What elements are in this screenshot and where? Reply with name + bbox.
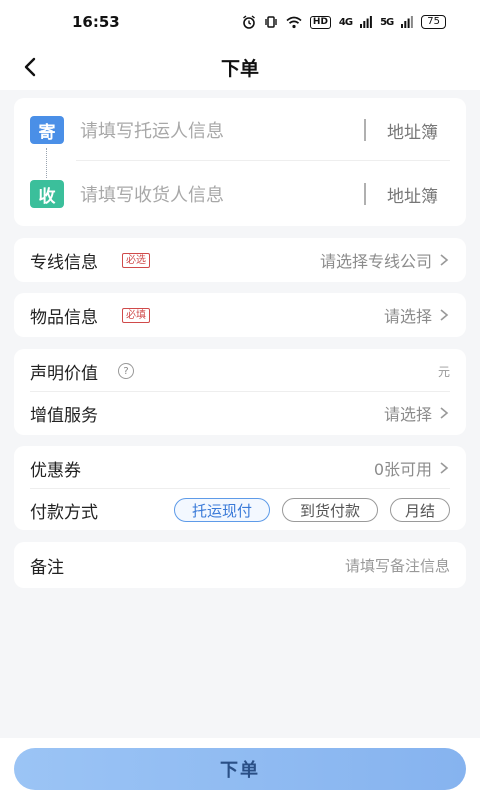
receiver-row[interactable]: 收 请填写收货人信息 地址簿 — [14, 166, 466, 222]
status-bar: 16:53 HD 4G 5G 75 — [0, 0, 480, 44]
payment-option-cod[interactable]: 到货付款 — [282, 498, 378, 522]
payment-option-cash[interactable]: 托运现付 — [174, 498, 270, 522]
goods-info-card[interactable]: 物品信息 必填 请选择 — [14, 293, 466, 337]
vibrate-icon — [265, 16, 277, 28]
submit-order-button[interactable]: 下单 — [14, 748, 466, 790]
sender-tag: 寄 — [30, 116, 64, 144]
question-icon[interactable]: ? — [118, 363, 134, 379]
nav-bar: 下单 — [0, 44, 480, 90]
remark-row[interactable]: 备注 请填写备注信息 — [14, 543, 466, 587]
remark-label: 备注 — [30, 557, 64, 578]
status-time: 16:53 — [72, 13, 120, 31]
line-info-card[interactable]: 专线信息 必选 请选择专线公司 — [14, 238, 466, 282]
receiver-separator — [364, 183, 366, 205]
signal-bars-icon-2 — [401, 16, 414, 28]
page-title: 下单 — [220, 57, 259, 80]
receiver-address-book-button[interactable]: 地址簿 — [387, 182, 438, 207]
value-card: 声明价值 ? 元 增值服务 请选择 — [14, 349, 466, 435]
value-added-row[interactable]: 增值服务 请选择 — [14, 391, 466, 435]
signal-bars-icon — [360, 16, 372, 28]
value-added-label: 增值服务 — [30, 405, 98, 426]
chevron-right-icon — [440, 254, 449, 266]
coupon-value[interactable]: 0张可用 — [374, 456, 432, 480]
required-badge: 必选 — [122, 252, 150, 268]
value-added-value[interactable]: 请选择 — [384, 401, 432, 425]
battery-icon: 75 — [421, 15, 446, 29]
payment-label: 付款方式 — [30, 502, 98, 523]
receiver-tag: 收 — [30, 180, 64, 208]
address-card: 寄 请填写托运人信息 地址簿 收 请填写收货人信息 地址簿 — [14, 98, 466, 226]
payment-card: 优惠券 0张可用 付款方式 托运现付 到货付款 月结 — [14, 446, 466, 530]
required-badge: 必填 — [122, 307, 150, 323]
remark-card[interactable]: 备注 请填写备注信息 — [14, 542, 466, 588]
sender-row[interactable]: 寄 请填写托运人信息 地址簿 — [14, 102, 466, 158]
address-divider — [76, 160, 450, 161]
payment-option-monthly[interactable]: 月结 — [390, 498, 450, 522]
declared-value-row[interactable]: 声明价值 ? 元 — [14, 349, 466, 393]
goods-info-row[interactable]: 物品信息 必填 请选择 — [14, 293, 466, 337]
coupon-row[interactable]: 优惠券 0张可用 — [14, 446, 466, 490]
signal-icon-2: 5G — [380, 16, 394, 28]
back-button[interactable] — [16, 52, 44, 82]
sender-address-book-button[interactable]: 地址簿 — [387, 118, 438, 143]
status-icons: HD 4G 5G 75 — [242, 15, 446, 29]
signal-icon-1: 4G — [338, 16, 353, 28]
chevron-right-icon — [440, 407, 449, 419]
goods-info-value[interactable]: 请选择 — [384, 303, 432, 327]
sender-separator — [364, 119, 366, 141]
goods-info-label: 物品信息 — [30, 307, 98, 328]
chevron-right-icon — [440, 309, 449, 321]
sender-placeholder[interactable]: 请填写托运人信息 — [80, 117, 224, 143]
declared-value-unit: 元 — [437, 364, 450, 379]
remark-input[interactable]: 请填写备注信息 — [345, 555, 450, 576]
receiver-placeholder[interactable]: 请填写收货人信息 — [80, 181, 224, 207]
alarm-icon — [242, 15, 255, 29]
line-info-label: 专线信息 — [30, 252, 98, 273]
payment-row: 付款方式 托运现付 到货付款 月结 — [14, 488, 466, 532]
wifi-icon — [286, 16, 302, 28]
hd-badge: HD — [309, 15, 331, 29]
coupon-label: 优惠券 — [30, 460, 81, 481]
chevron-left-icon — [24, 57, 36, 77]
chevron-right-icon — [440, 462, 449, 474]
line-info-row[interactable]: 专线信息 必选 请选择专线公司 — [14, 238, 466, 282]
declared-value-label: 声明价值 — [30, 363, 98, 384]
line-info-value[interactable]: 请选择专线公司 — [320, 248, 432, 272]
